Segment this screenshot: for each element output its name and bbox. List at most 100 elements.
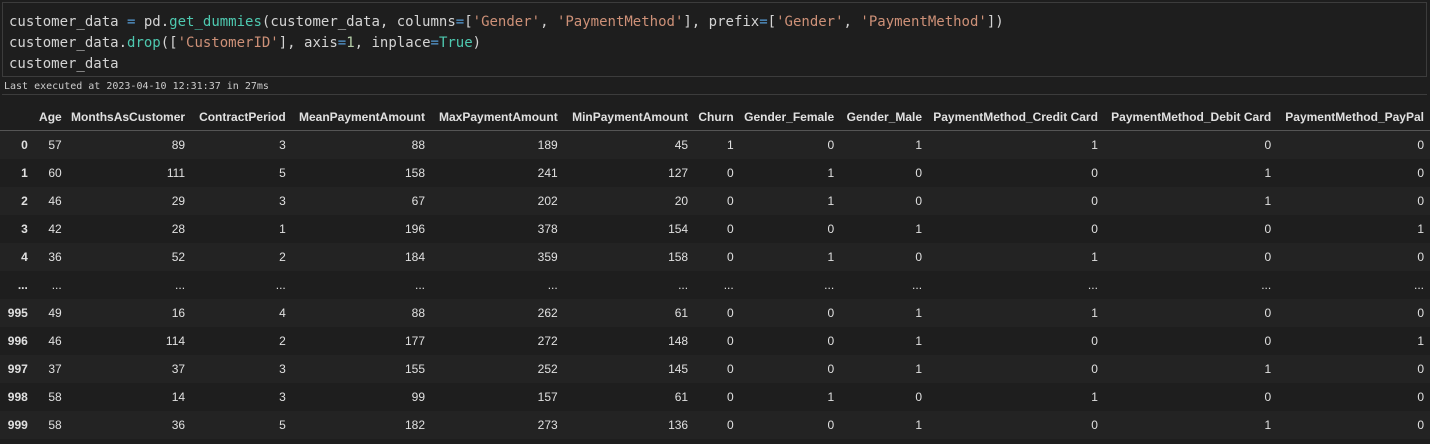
code-token: = xyxy=(455,14,465,30)
table-cell: 114 xyxy=(165,334,186,348)
table-cell: 1 xyxy=(1091,390,1098,404)
table-cell: 3 xyxy=(279,138,286,152)
table-cell: 4 xyxy=(279,306,286,320)
table-cell: 155 xyxy=(404,362,426,376)
table-cell: 0 xyxy=(1091,418,1098,432)
table-cell: 252 xyxy=(537,362,558,376)
code-line-1[interactable]: customer_data = pd.get_dummies(customer_… xyxy=(9,12,1004,32)
code-token: 'PaymentMethod' xyxy=(556,14,684,30)
table-row: 4 36 52 2 184 359 158 0 1 0 1 0 0 xyxy=(0,243,1430,271)
code-token: 'CustomerID' xyxy=(177,35,279,51)
table-row: 999 58 36 5 182 273 136 0 0 1 0 1 0 xyxy=(0,411,1430,439)
code-editor[interactable]: customer_data = pd.get_dummies(customer_… xyxy=(2,2,1427,77)
execution-status: Last executed at 2023-04-10 12:31:37 in … xyxy=(2,79,1427,95)
table-row: ....................................... xyxy=(0,271,1430,299)
table-cell: 0 xyxy=(827,222,835,236)
table-cell: 127 xyxy=(668,166,689,180)
table-cell: 14 xyxy=(171,390,186,404)
table-cell: ... xyxy=(51,278,62,292)
code-token: 'Gender' xyxy=(472,14,541,30)
code-token: [ xyxy=(464,14,473,30)
table-cell: 1 xyxy=(1264,362,1272,376)
table-cell: 0 xyxy=(1417,418,1424,432)
table-cell: 0 xyxy=(727,390,734,404)
table-cell: 1 xyxy=(1417,334,1424,348)
table-cell: 58 xyxy=(48,418,62,432)
table-cell: 0 xyxy=(1417,194,1424,208)
table-cell: 3 xyxy=(279,194,286,208)
table-cell: 0 xyxy=(915,194,923,208)
table-cell: 1 xyxy=(915,306,923,320)
table-cell: 58 xyxy=(48,390,62,404)
table-cell: 136 xyxy=(668,418,689,432)
table-header-row: Age MonthsAsCustomer ContractPeriod MeanPay… xyxy=(0,104,1430,131)
table-cell: 0 xyxy=(1417,250,1424,264)
table-cell: 1 xyxy=(827,390,835,404)
table-cell: 88 xyxy=(411,306,426,320)
table-cell: 196 xyxy=(404,222,426,236)
table-cell: 262 xyxy=(537,306,558,320)
table-cell: 1 xyxy=(1091,250,1098,264)
code-token: True xyxy=(438,35,473,51)
table-cell: 1 xyxy=(727,138,734,152)
table-cell: 272 xyxy=(537,334,558,348)
table-cell: 36 xyxy=(171,418,186,432)
table-row: 3 42 28 1 196 378 154 0 0 1 0 0 1 xyxy=(0,215,1430,243)
column-header: PaymentMethod_Credit Card xyxy=(928,104,1104,131)
table-cell: 189 xyxy=(537,138,558,152)
code-token: customer_data xyxy=(9,14,128,30)
table-cell: 158 xyxy=(668,250,689,264)
code-token: customer_data. xyxy=(9,35,128,51)
table-cell: 2 xyxy=(279,250,286,264)
row-index: ... xyxy=(17,278,28,292)
row-index: 3 xyxy=(21,222,28,236)
table-row: 996 46 114 2 177 272 148 0 0 1 0 0 1 xyxy=(0,327,1430,355)
table-row: 2 46 29 3 67 202 20 0 1 0 0 1 0 xyxy=(0,187,1430,215)
table-cell: 378 xyxy=(537,222,558,236)
row-index: 1 xyxy=(21,166,28,180)
table-cell: 158 xyxy=(404,166,426,180)
table-cell: ... xyxy=(1261,278,1272,292)
table-cell: 67 xyxy=(411,194,426,208)
code-token: = xyxy=(759,14,768,30)
table-cell: 0 xyxy=(727,362,734,376)
table-cell: 0 xyxy=(827,306,835,320)
table-cell: ... xyxy=(547,278,558,292)
table-cell: 0 xyxy=(827,418,835,432)
table-cell: 0 xyxy=(1091,194,1098,208)
table-cell: 37 xyxy=(171,362,186,376)
table-cell: 60 xyxy=(48,166,62,180)
table-cell: 0 xyxy=(727,250,734,264)
table-cell: 0 xyxy=(915,390,923,404)
table-cell: 2 xyxy=(279,334,286,348)
code-token: ([ xyxy=(160,35,178,51)
table-cell: 5 xyxy=(279,166,286,180)
table-cell: ... xyxy=(1087,278,1098,292)
table-cell: 1 xyxy=(915,418,923,432)
code-line-2[interactable]: customer_data.drop(['CustomerID'], axis=… xyxy=(9,33,481,53)
column-header: Churn xyxy=(694,104,740,131)
column-header: PaymentMethod_Debit Card xyxy=(1103,104,1278,131)
row-index: 998 xyxy=(7,390,28,404)
table-row: 997 37 37 3 155 252 145 0 0 1 0 1 0 xyxy=(0,355,1430,383)
table-cell: 1 xyxy=(915,138,923,152)
table-cell: 0 xyxy=(915,250,923,264)
code-line-3[interactable]: customer_data xyxy=(9,54,119,74)
table-cell: 0 xyxy=(1091,222,1098,236)
table-cell: 0 xyxy=(1264,138,1272,152)
table-cell: 0 xyxy=(1264,390,1272,404)
table-cell: 52 xyxy=(171,250,186,264)
table-cell: 1 xyxy=(1417,222,1424,236)
table-cell: 61 xyxy=(674,306,689,320)
row-index: 4 xyxy=(21,250,28,264)
table-row: 0 57 89 3 88 189 45 1 0 1 1 0 0 xyxy=(0,130,1430,159)
table-cell: 0 xyxy=(1264,306,1272,320)
row-index: 996 xyxy=(7,334,28,348)
table-cell: 0 xyxy=(1264,334,1272,348)
table-cell: 0 xyxy=(1417,138,1424,152)
column-header: ContractPeriod xyxy=(191,104,292,131)
table-cell: 0 xyxy=(1091,362,1098,376)
table-cell: 42 xyxy=(48,222,62,236)
table-cell: 49 xyxy=(48,306,62,320)
table-cell: 99 xyxy=(411,390,426,404)
